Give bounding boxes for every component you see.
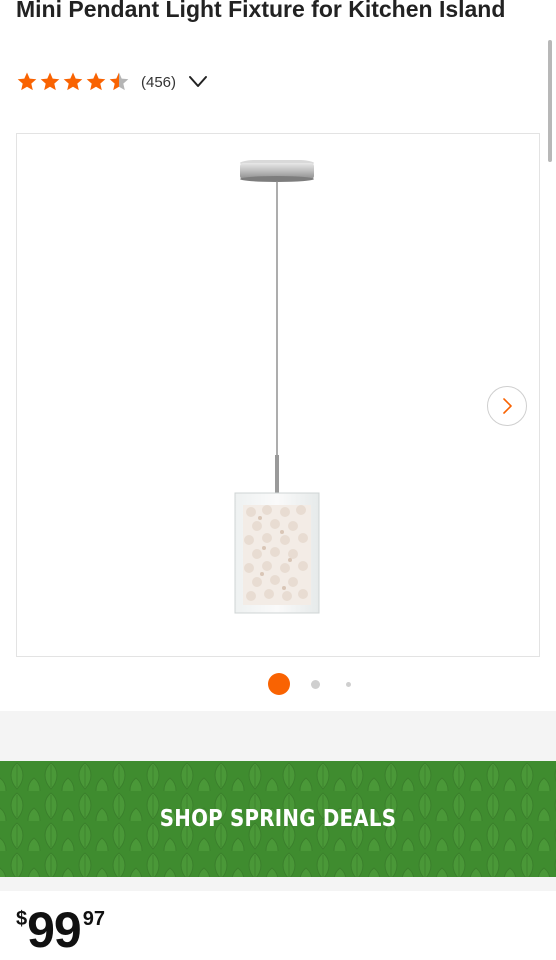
star-full-icon bbox=[40, 72, 60, 91]
price-currency: $ bbox=[16, 908, 28, 930]
chevron-down-icon[interactable] bbox=[188, 75, 208, 89]
pendant-light-image bbox=[234, 160, 320, 614]
chevron-right-icon bbox=[503, 398, 512, 414]
star-half-icon bbox=[109, 72, 129, 91]
star-rating bbox=[16, 71, 131, 93]
page-scrollbar[interactable] bbox=[548, 40, 552, 162]
gallery-pagination bbox=[0, 673, 556, 695]
price-whole: 99 bbox=[27, 902, 82, 958]
gallery-next-button[interactable] bbox=[487, 386, 527, 426]
product-title: Mini Pendant Light Fixture for Kitchen I… bbox=[16, 0, 506, 22]
review-count[interactable]: (456) bbox=[141, 74, 176, 91]
pagination-dot-active[interactable] bbox=[268, 673, 290, 695]
promo-label: SHOP SPRING DEALS bbox=[159, 806, 397, 832]
star-full-icon bbox=[17, 72, 37, 91]
section-divider bbox=[0, 711, 556, 761]
star-full-icon bbox=[86, 72, 106, 91]
pagination-dot[interactable] bbox=[346, 682, 351, 687]
star-full-icon bbox=[63, 72, 83, 91]
rating-summary[interactable]: (456) bbox=[16, 70, 208, 94]
shop-spring-deals-banner[interactable]: SHOP SPRING DEALS bbox=[0, 761, 556, 877]
product-image-gallery[interactable] bbox=[16, 133, 540, 657]
section-divider bbox=[0, 877, 556, 891]
product-price: $ 99 97 bbox=[16, 904, 105, 956]
pagination-dot[interactable] bbox=[311, 680, 320, 689]
price-cents: 97 bbox=[82, 908, 105, 930]
